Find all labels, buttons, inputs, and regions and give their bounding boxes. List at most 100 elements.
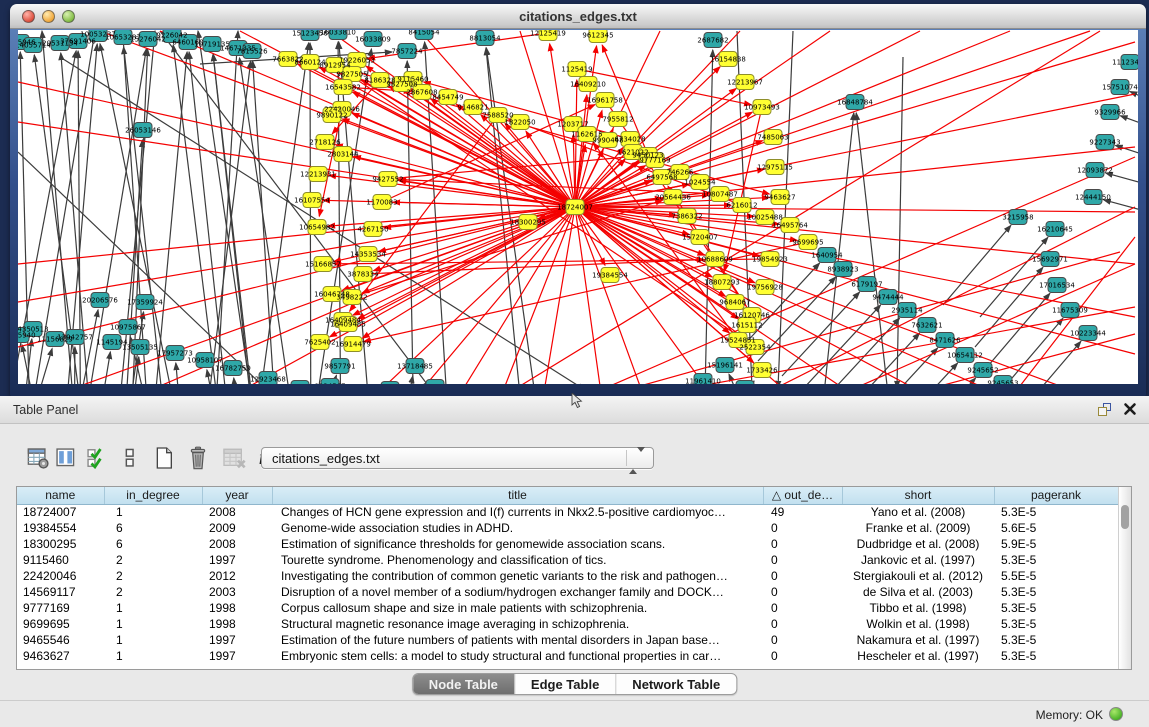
scrollbar-thumb[interactable] xyxy=(1121,505,1129,529)
graph-node-label: 9827505 xyxy=(336,71,367,79)
table-cell: 1 xyxy=(104,600,202,616)
table-cell: 2009 xyxy=(202,520,272,536)
float-panel-icon[interactable] xyxy=(1098,403,1113,417)
graph-node-label: 1822050 xyxy=(504,119,535,127)
graph-node-label: 10975867 xyxy=(110,324,146,332)
graph-node-label: 9857791 xyxy=(324,363,355,371)
graph-node-label: 1170083 xyxy=(366,199,397,207)
graph-edge xyxy=(18,207,575,347)
graph-node-label: 2935114 xyxy=(891,307,923,315)
table-row[interactable]: 2242004622012Investigating the contribut… xyxy=(17,568,1118,584)
table-row[interactable]: 946554611997Estimation of the future num… xyxy=(17,632,1118,648)
tab-network-table[interactable]: Network Table xyxy=(615,674,736,694)
tab-edge-table[interactable]: Edge Table xyxy=(514,674,615,694)
window-title: citations_edges.txt xyxy=(10,9,1146,24)
graph-node-label: 9890122 xyxy=(316,112,347,120)
memory-status-label: Memory: OK xyxy=(1036,708,1103,722)
graph-node-label: 7815526 xyxy=(236,48,268,56)
delete-column-button[interactable] xyxy=(181,445,215,471)
table-cell: Nakamura et al. (1997) xyxy=(842,632,994,648)
graph-node-label: 9329966 xyxy=(1094,109,1126,117)
tab-node-table[interactable]: Node Table xyxy=(413,674,514,694)
graph-node-label: 11675309 xyxy=(1052,307,1088,315)
graph-node[interactable] xyxy=(381,382,399,385)
graph-node-label: 17359924 xyxy=(127,299,163,307)
graph-node-label: 26053146 xyxy=(125,127,161,135)
select-attributes-button[interactable] xyxy=(81,445,113,471)
table-cell: 9699695 xyxy=(17,616,104,632)
graph-node[interactable] xyxy=(736,381,754,385)
table-row[interactable]: 1872400712008Changes of HCN gene express… xyxy=(17,504,1118,520)
column-header-pagerank[interactable]: pagerank xyxy=(994,487,1118,504)
status-bar: Memory: OK xyxy=(0,700,1149,727)
graph-node-label: 19854923 xyxy=(752,256,788,264)
graph-edge xyxy=(99,352,110,384)
graph-edge xyxy=(361,80,575,207)
table-row[interactable]: 1830029562008Estimation of significance … xyxy=(17,536,1118,552)
graph-node-label: 2522354 xyxy=(739,344,771,352)
column-header-year[interactable]: year xyxy=(202,487,272,504)
column-header-name[interactable]: name xyxy=(17,487,104,504)
table-vertical-scrollbar[interactable] xyxy=(1118,487,1131,669)
network-selector-dropdown[interactable]: citations_edges.txt xyxy=(261,447,654,469)
graph-edge xyxy=(1120,116,1138,130)
graph-edge xyxy=(18,207,575,302)
graph-node-label: 7625402 xyxy=(304,339,335,347)
table-row[interactable]: 977716911998Corpus callosum shape and si… xyxy=(17,600,1118,616)
graph-node-label: 9427552 xyxy=(372,176,403,184)
table-row[interactable]: 1938455462009Genome-wide association stu… xyxy=(17,520,1118,536)
graph-node-label: 2718126 xyxy=(309,139,341,147)
column-header-short[interactable]: short xyxy=(842,487,994,504)
graph-node-label: 16914479 xyxy=(335,341,371,349)
table-cell: 19384554 xyxy=(17,520,104,536)
table-cell: 49 xyxy=(763,504,842,520)
table-row[interactable]: 1456911722003Disruption of a novel membe… xyxy=(17,584,1118,600)
column-header-title[interactable]: title xyxy=(272,487,763,504)
table-cell: 0 xyxy=(763,536,842,552)
graph-node-label: 16409210 xyxy=(570,81,606,89)
table-row[interactable]: 969969511998Structural magnetic resonanc… xyxy=(17,616,1118,632)
graph-node-label: 18807293 xyxy=(704,279,740,287)
graph-node-label: 7857224 xyxy=(391,48,423,56)
table-cell: 1 xyxy=(104,632,202,648)
close-panel-icon[interactable] xyxy=(1123,402,1137,416)
graph-node-label: 16543582 xyxy=(325,84,361,92)
graph-node-label: 13718485 xyxy=(397,363,433,371)
table-mode-button[interactable] xyxy=(113,445,147,471)
delete-table-disabled-icon xyxy=(222,447,246,469)
graph-node-label: 12125419 xyxy=(530,30,566,38)
graph-node-label: 20206576 xyxy=(82,297,118,305)
table-settings-button[interactable] xyxy=(25,445,51,471)
graph-edge xyxy=(575,207,600,384)
create-column-button[interactable] xyxy=(147,445,181,471)
graph-node-label: 8234567 xyxy=(314,383,345,385)
table-cell: 1997 xyxy=(202,552,272,568)
graph-node-label: 20564436 xyxy=(655,194,691,202)
table-cell: 5.3E-5 xyxy=(994,648,1118,664)
graph-node-label: 37691406 xyxy=(60,38,96,46)
graph-node-label: 9463627 xyxy=(764,194,795,202)
graph-edge xyxy=(782,292,860,376)
graph-node-label: 15751074 xyxy=(1102,84,1138,92)
graph-edge xyxy=(505,207,575,384)
graph-node-label: 3498222 xyxy=(336,294,367,302)
graph-node-label: 10654982 xyxy=(299,224,335,232)
memory-status-indicator[interactable] xyxy=(1109,707,1123,721)
table-row[interactable]: 946362711997Embryonic stem cells: a mode… xyxy=(17,648,1118,664)
column-header-in-degree[interactable]: in_degree xyxy=(104,487,202,504)
window-titlebar[interactable]: citations_edges.txt xyxy=(10,4,1146,29)
table-cell: Changes of HCN gene expression and I(f) … xyxy=(272,504,763,520)
network-view-window[interactable]: citations_edges.txt 39159461405571420531… xyxy=(10,4,1146,396)
graph-node[interactable] xyxy=(291,381,309,385)
column-header-out-degree[interactable]: △ out_de… xyxy=(763,487,842,504)
delete-table-button[interactable] xyxy=(215,445,253,471)
table-row[interactable]: 911546021997Tourette syndrome. Phenomeno… xyxy=(17,552,1118,568)
graph-node-label: 11123456 xyxy=(1112,59,1138,67)
table-cell: 5.3E-5 xyxy=(994,552,1118,568)
network-canvas[interactable]: 3915946140557142053113437691406100532371… xyxy=(18,30,1138,384)
graph-node-label: 14353534 xyxy=(350,251,386,259)
column-selector-button[interactable] xyxy=(51,445,81,471)
graph-edge xyxy=(176,363,181,384)
mouse-cursor xyxy=(571,393,583,409)
table-cell: 1997 xyxy=(202,648,272,664)
